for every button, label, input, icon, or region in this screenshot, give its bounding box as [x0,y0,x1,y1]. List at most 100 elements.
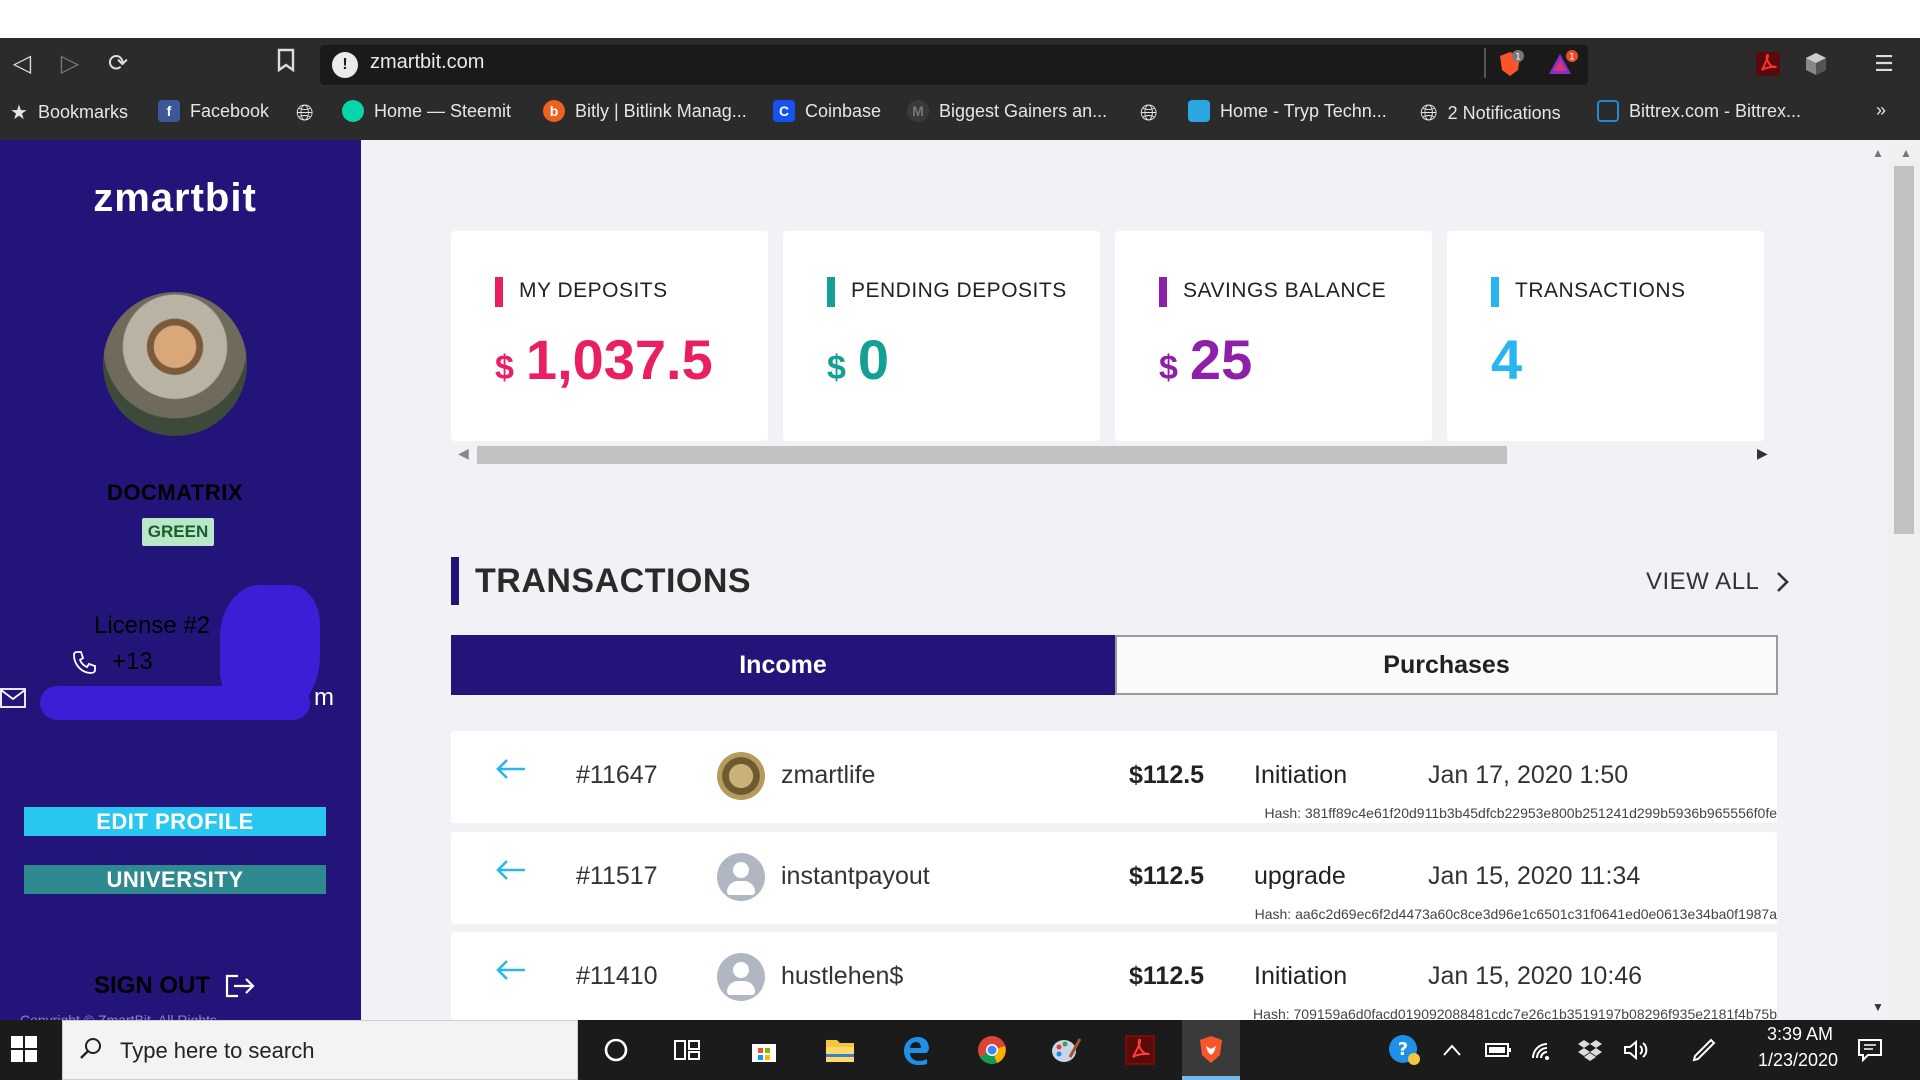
pdf-extension-icon[interactable] [1754,50,1782,78]
tab-income[interactable]: Income [451,635,1115,695]
card-accent-bar [1159,277,1167,307]
bookmark-gainers[interactable]: M Biggest Gainers an... [907,100,1107,122]
back-icon[interactable]: ◁ [6,48,38,80]
task-view-icon[interactable] [670,1032,706,1068]
cortana-icon[interactable] [598,1032,634,1068]
vertical-scrollbar-thumb[interactable] [1894,166,1914,534]
volume-icon[interactable] [1618,1032,1654,1068]
stat-value-row: $25 [1159,327,1252,392]
stat-value: 4 [1491,328,1523,391]
avatar[interactable] [103,292,247,436]
transaction-user[interactable]: hustlehen$ [781,962,903,991]
bookmark-notifications[interactable]: 🌐︎ 2 Notifications [1420,100,1561,126]
bookmark-label: Biggest Gainers an... [939,100,1108,121]
transaction-row[interactable]: #11410 hustlehen$ $112.5 Initiation Jan … [451,932,1777,1020]
bookmark-tryp[interactable]: Home - Tryp Techn... [1188,100,1387,122]
address-bar[interactable] [320,45,1588,85]
acrobat-icon[interactable] [1122,1032,1158,1068]
svg-text:?: ? [1398,1039,1408,1060]
bookmark-steemit[interactable]: Home — Steemit [342,100,511,122]
brave-rewards-icon[interactable]: 1 [1548,50,1578,78]
chevron-up-icon[interactable] [1434,1032,1470,1068]
transaction-id: #11410 [576,962,658,990]
pen-icon[interactable] [1686,1032,1722,1068]
section-title: TRANSACTIONS [475,562,752,600]
license-number: License #2 [94,612,211,639]
transaction-type: upgrade [1254,862,1346,890]
globe-icon: 🌐︎ [296,100,314,125]
clock-date[interactable]: 1/23/2020 [1744,1050,1852,1071]
university-button[interactable]: UNIVERSITY [24,865,326,894]
transaction-user[interactable]: zmartlife [781,761,875,790]
dropbox-icon[interactable] [1572,1032,1608,1068]
windows-start-icon[interactable] [10,1035,38,1063]
stat-value: 1,037.5 [525,328,713,391]
horizontal-scrollbar-thumb[interactable] [477,446,1507,464]
bookmark-coinbase[interactable]: C Coinbase [773,100,881,122]
scroll-down-arrow-icon[interactable]: ▼ [1872,1000,1884,1014]
scroll-up-arrow-icon[interactable]: ▲ [1872,146,1884,160]
active-app-indicator [1182,1076,1240,1080]
incoming-arrow-icon [493,852,529,897]
phone-row: +13 [72,648,153,676]
bookmark-page-icon[interactable] [270,48,302,80]
transaction-row[interactable]: #11647 zmartlife $112.5 Initiation Jan 1… [451,731,1777,823]
stat-card-pending-deposits: PENDING DEPOSITS $0 [783,231,1100,441]
cube-extension-icon[interactable] [1802,50,1830,78]
chevron-right-icon [1777,572,1790,592]
tab-purchases[interactable]: Purchases [1115,635,1778,695]
transaction-row[interactable]: #11517 instantpayout $112.5 upgrade Jan … [451,832,1777,924]
card-accent-bar [827,277,835,307]
notifications-icon[interactable] [1852,1032,1888,1068]
search-placeholder[interactable]: Type here to search [120,1038,314,1064]
bookmark-bittrex[interactable]: Bittrex.com - Bittrex... [1597,100,1801,122]
brave-shields-icon[interactable]: 1 [1496,50,1524,78]
card-accent-bar [1491,277,1499,307]
edge-icon[interactable] [898,1032,934,1068]
more-bookmarks-button[interactable]: » [1876,100,1886,121]
brave-badge: 1 [1515,53,1521,63]
menu-icon[interactable]: ☰ [1868,48,1900,80]
sign-out-button[interactable]: SIGN OUT [94,972,256,1000]
edit-profile-button[interactable]: EDIT PROFILE [24,807,326,836]
stat-label: TRANSACTIONS [1515,279,1686,302]
help-icon[interactable]: ? [1386,1032,1422,1068]
scroll-left-arrow-icon[interactable]: ◀ [458,445,469,462]
scroll-up-arrow-icon[interactable]: ▲ [1900,146,1912,160]
brand-logo[interactable]: zmartbit [0,176,350,221]
reload-icon[interactable]: ⟳ [102,48,134,80]
stat-value: 25 [1189,328,1253,391]
bookmark-facebook[interactable]: f Facebook [158,100,269,122]
transaction-type: Initiation [1254,761,1348,789]
bookmark-label: Coinbase [805,100,882,121]
forward-icon[interactable]: ▷ [54,48,86,80]
chrome-icon[interactable] [974,1032,1010,1068]
brave-taskbar-icon[interactable] [1193,1032,1229,1068]
transaction-user[interactable]: instantpayout [781,862,930,891]
globe-icon: 🌐︎ [1420,100,1438,125]
transaction-id: #11517 [576,862,658,890]
stat-card-my-deposits: MY DEPOSITS $1,037.5 [451,231,768,441]
username: DOCMATRIX [106,480,244,505]
site-info-icon[interactable]: ! [332,52,358,78]
bookmark-globe-2[interactable]: 🌐︎ [1140,100,1158,126]
tryp-icon [1188,100,1210,122]
store-icon[interactable] [746,1032,782,1068]
url-text[interactable]: zmartbit.com [370,51,484,74]
file-explorer-icon[interactable] [822,1032,858,1068]
phone-icon [73,651,96,674]
incoming-arrow-icon [493,952,529,997]
bookmark-bookmarks[interactable]: ★ Bookmarks [10,100,128,125]
transaction-date: Jan 15, 2020 10:46 [1428,962,1643,990]
bookmark-bitly[interactable]: b Bitly | Bitlink Manag... [543,100,747,122]
section-accent-bar [451,557,459,605]
bookmark-globe-1[interactable]: 🌐︎ [296,100,314,126]
scroll-right-arrow-icon[interactable]: ▶ [1757,445,1768,462]
transaction-amount: $112.5 [1129,962,1205,990]
view-all-link[interactable]: VIEW ALL [1646,568,1790,596]
battery-icon[interactable] [1480,1032,1516,1068]
clock-time[interactable]: 3:39 AM [1752,1024,1848,1045]
wifi-icon[interactable] [1526,1032,1562,1068]
transaction-amount: $112.5 [1129,862,1205,890]
paint-icon[interactable] [1048,1032,1084,1068]
